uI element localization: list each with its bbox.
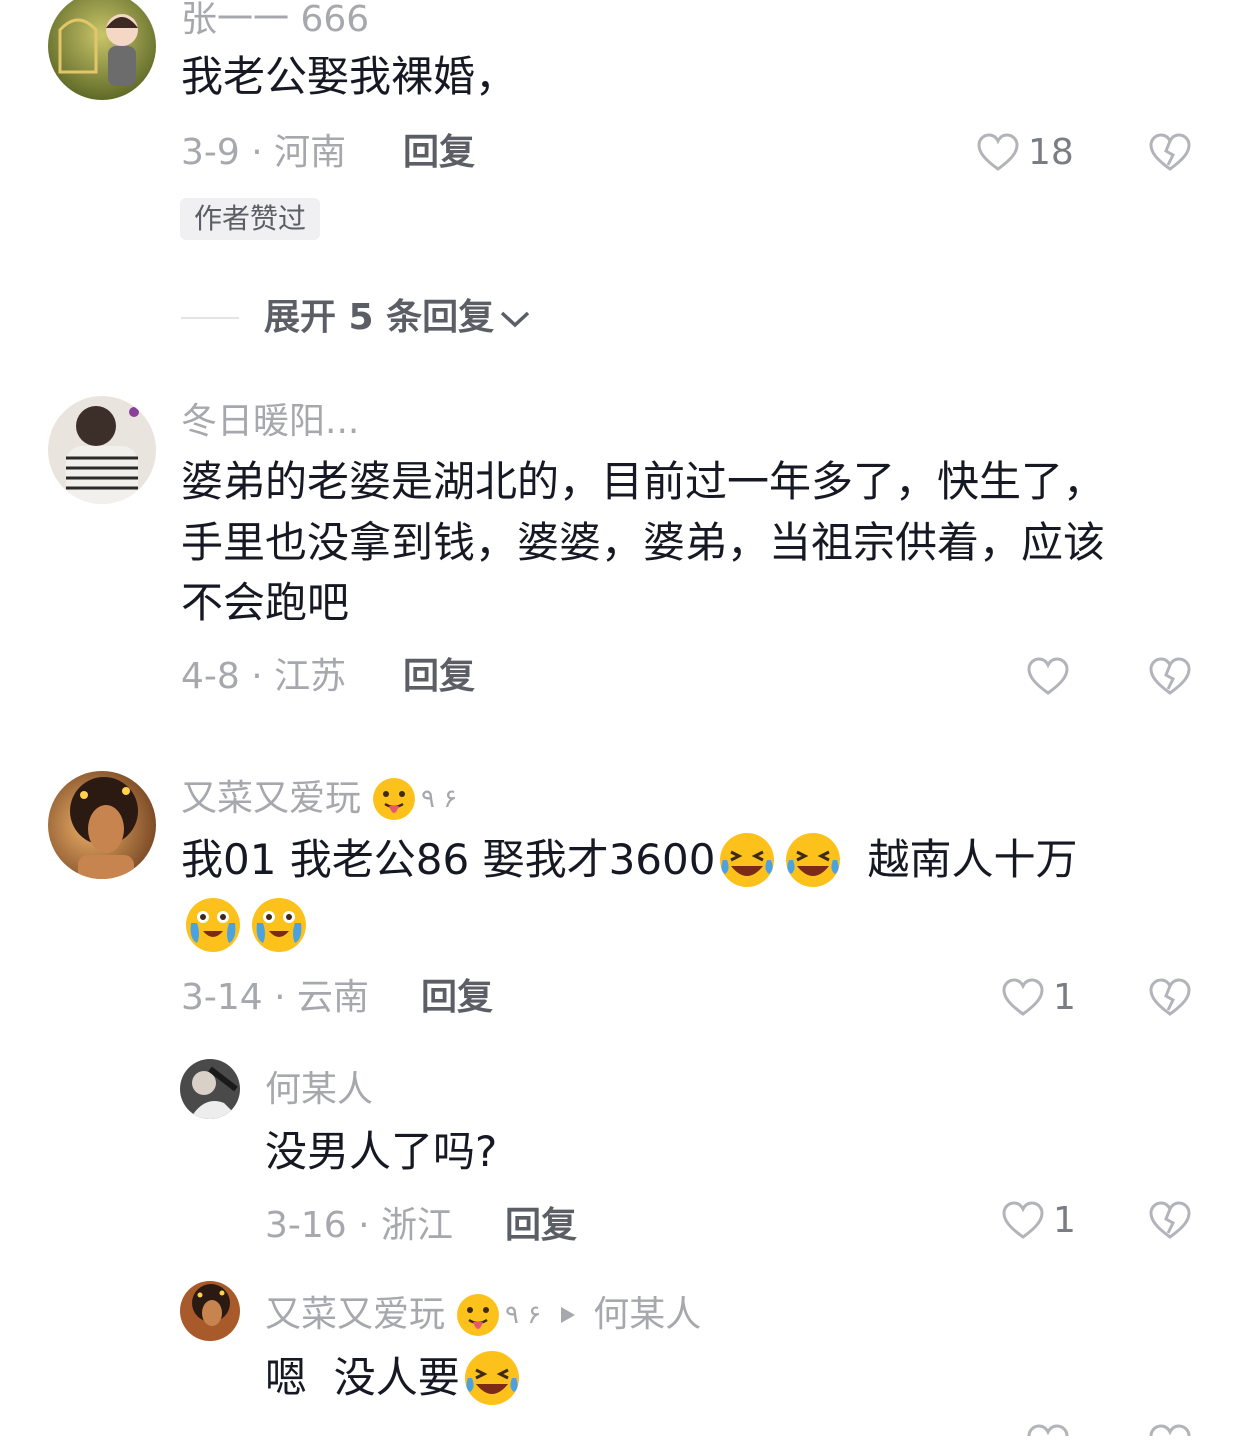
comment-text-part1: 我01 我老公86 娶我才3600: [181, 835, 716, 884]
like-button[interactable]: [1026, 657, 1078, 697]
like-count: 1: [1053, 977, 1076, 1018]
username-suffix: ٩ ۶: [421, 784, 458, 814]
reply-button[interactable]: 回复: [403, 133, 475, 173]
broken-heart-icon: [1149, 1201, 1191, 1239]
reply-text: 嗯 没人要: [265, 1348, 522, 1408]
comment-text-line: 婆弟的老婆是湖北的，目前过一年多了，快生了，: [181, 457, 1106, 506]
expand-replies-label: 展开 5 条回复: [264, 297, 495, 338]
avatar[interactable]: [180, 1281, 240, 1341]
like-button[interactable]: [1026, 1424, 1070, 1448]
comment-text-line: 不会跑吧: [181, 578, 350, 627]
comment-text: 我01 我老公86 娶我才3600 越南人十万: [181, 830, 1078, 890]
heart-outline-icon: [1027, 1424, 1069, 1437]
comment-date-location: 4-8 · 江苏: [181, 656, 347, 697]
laughing-crying-emoji-icon: [786, 833, 841, 887]
like-button[interactable]: 1: [1001, 1201, 1076, 1241]
comment-date-location: 3-9 · 河南: [181, 132, 347, 173]
triangle-right-icon: [561, 1307, 576, 1323]
username-text: 又菜又爱玩: [181, 778, 362, 819]
laughing-crying-emoji-icon: [720, 833, 775, 887]
comment-date-location: 3-14 · 云南: [181, 977, 370, 1018]
reply-to-username[interactable]: 何某人: [593, 1295, 701, 1335]
heart-outline-icon: [1002, 1201, 1044, 1239]
reply-button[interactable]: 回复: [403, 657, 475, 697]
reply-date-location: 3-16 · 浙江: [265, 1205, 454, 1246]
like-count: 18: [1028, 132, 1074, 173]
tears-of-joy-emoji-icon: [252, 898, 306, 952]
comment-username[interactable]: 又菜又爱玩 ٩ ۶: [181, 776, 457, 822]
tongue-emoji-icon: [457, 1294, 500, 1336]
dislike-button[interactable]: [1148, 1424, 1192, 1448]
heart-outline-icon: [1002, 978, 1044, 1016]
broken-heart-icon: [1149, 978, 1191, 1016]
like-button[interactable]: 1: [1001, 978, 1076, 1018]
avatar[interactable]: [48, 396, 156, 504]
reply-username[interactable]: 又菜又爱玩 ٩ ۶ 何某人: [265, 1292, 701, 1338]
reply-button[interactable]: 回复: [505, 1206, 577, 1246]
heart-outline-icon: [1027, 657, 1069, 695]
broken-heart-icon: [1149, 1424, 1191, 1437]
reply-text-content: 嗯 没人要: [265, 1353, 460, 1402]
avatar[interactable]: [48, 771, 156, 879]
comment-text-line: 手里也没拿到钱，婆婆，婆弟，当祖宗供着，应该: [181, 518, 1106, 567]
broken-heart-icon: [1149, 657, 1191, 695]
tears-of-joy-emoji-icon: [186, 898, 240, 952]
username-text: 又菜又爱玩: [265, 1294, 446, 1335]
comment-username[interactable]: 冬日暖阳...: [181, 402, 359, 442]
avatar[interactable]: [48, 0, 156, 100]
like-button[interactable]: 18: [976, 133, 1074, 173]
like-count: 1: [1053, 1200, 1076, 1241]
laughing-crying-emoji-icon: [464, 1351, 519, 1405]
comment-text-part2: 越南人十万: [867, 835, 1078, 884]
reply-text: 没男人了吗?: [265, 1127, 498, 1176]
heart-outline-icon: [977, 133, 1019, 171]
reply-button[interactable]: 回复: [421, 978, 493, 1018]
dislike-button[interactable]: [1148, 133, 1192, 177]
author-liked-badge: 作者赞过: [180, 198, 321, 240]
dislike-button[interactable]: [1148, 657, 1192, 701]
username-suffix: ٩ ۶: [505, 1300, 542, 1330]
chevron-down-icon: [500, 311, 530, 328]
dislike-button[interactable]: [1148, 1201, 1192, 1245]
comment-username[interactable]: 张一一 666: [181, 0, 369, 40]
avatar[interactable]: [180, 1059, 240, 1119]
comment-text: 我老公娶我裸婚，: [181, 52, 518, 101]
broken-heart-icon: [1149, 133, 1191, 171]
reply-username[interactable]: 何某人: [265, 1070, 373, 1110]
dislike-button[interactable]: [1148, 978, 1192, 1022]
tongue-emoji-icon: [373, 778, 416, 820]
emoji-row: [183, 895, 309, 955]
expand-replies-button[interactable]: 展开 5 条回复: [264, 298, 532, 338]
divider: [181, 317, 239, 319]
